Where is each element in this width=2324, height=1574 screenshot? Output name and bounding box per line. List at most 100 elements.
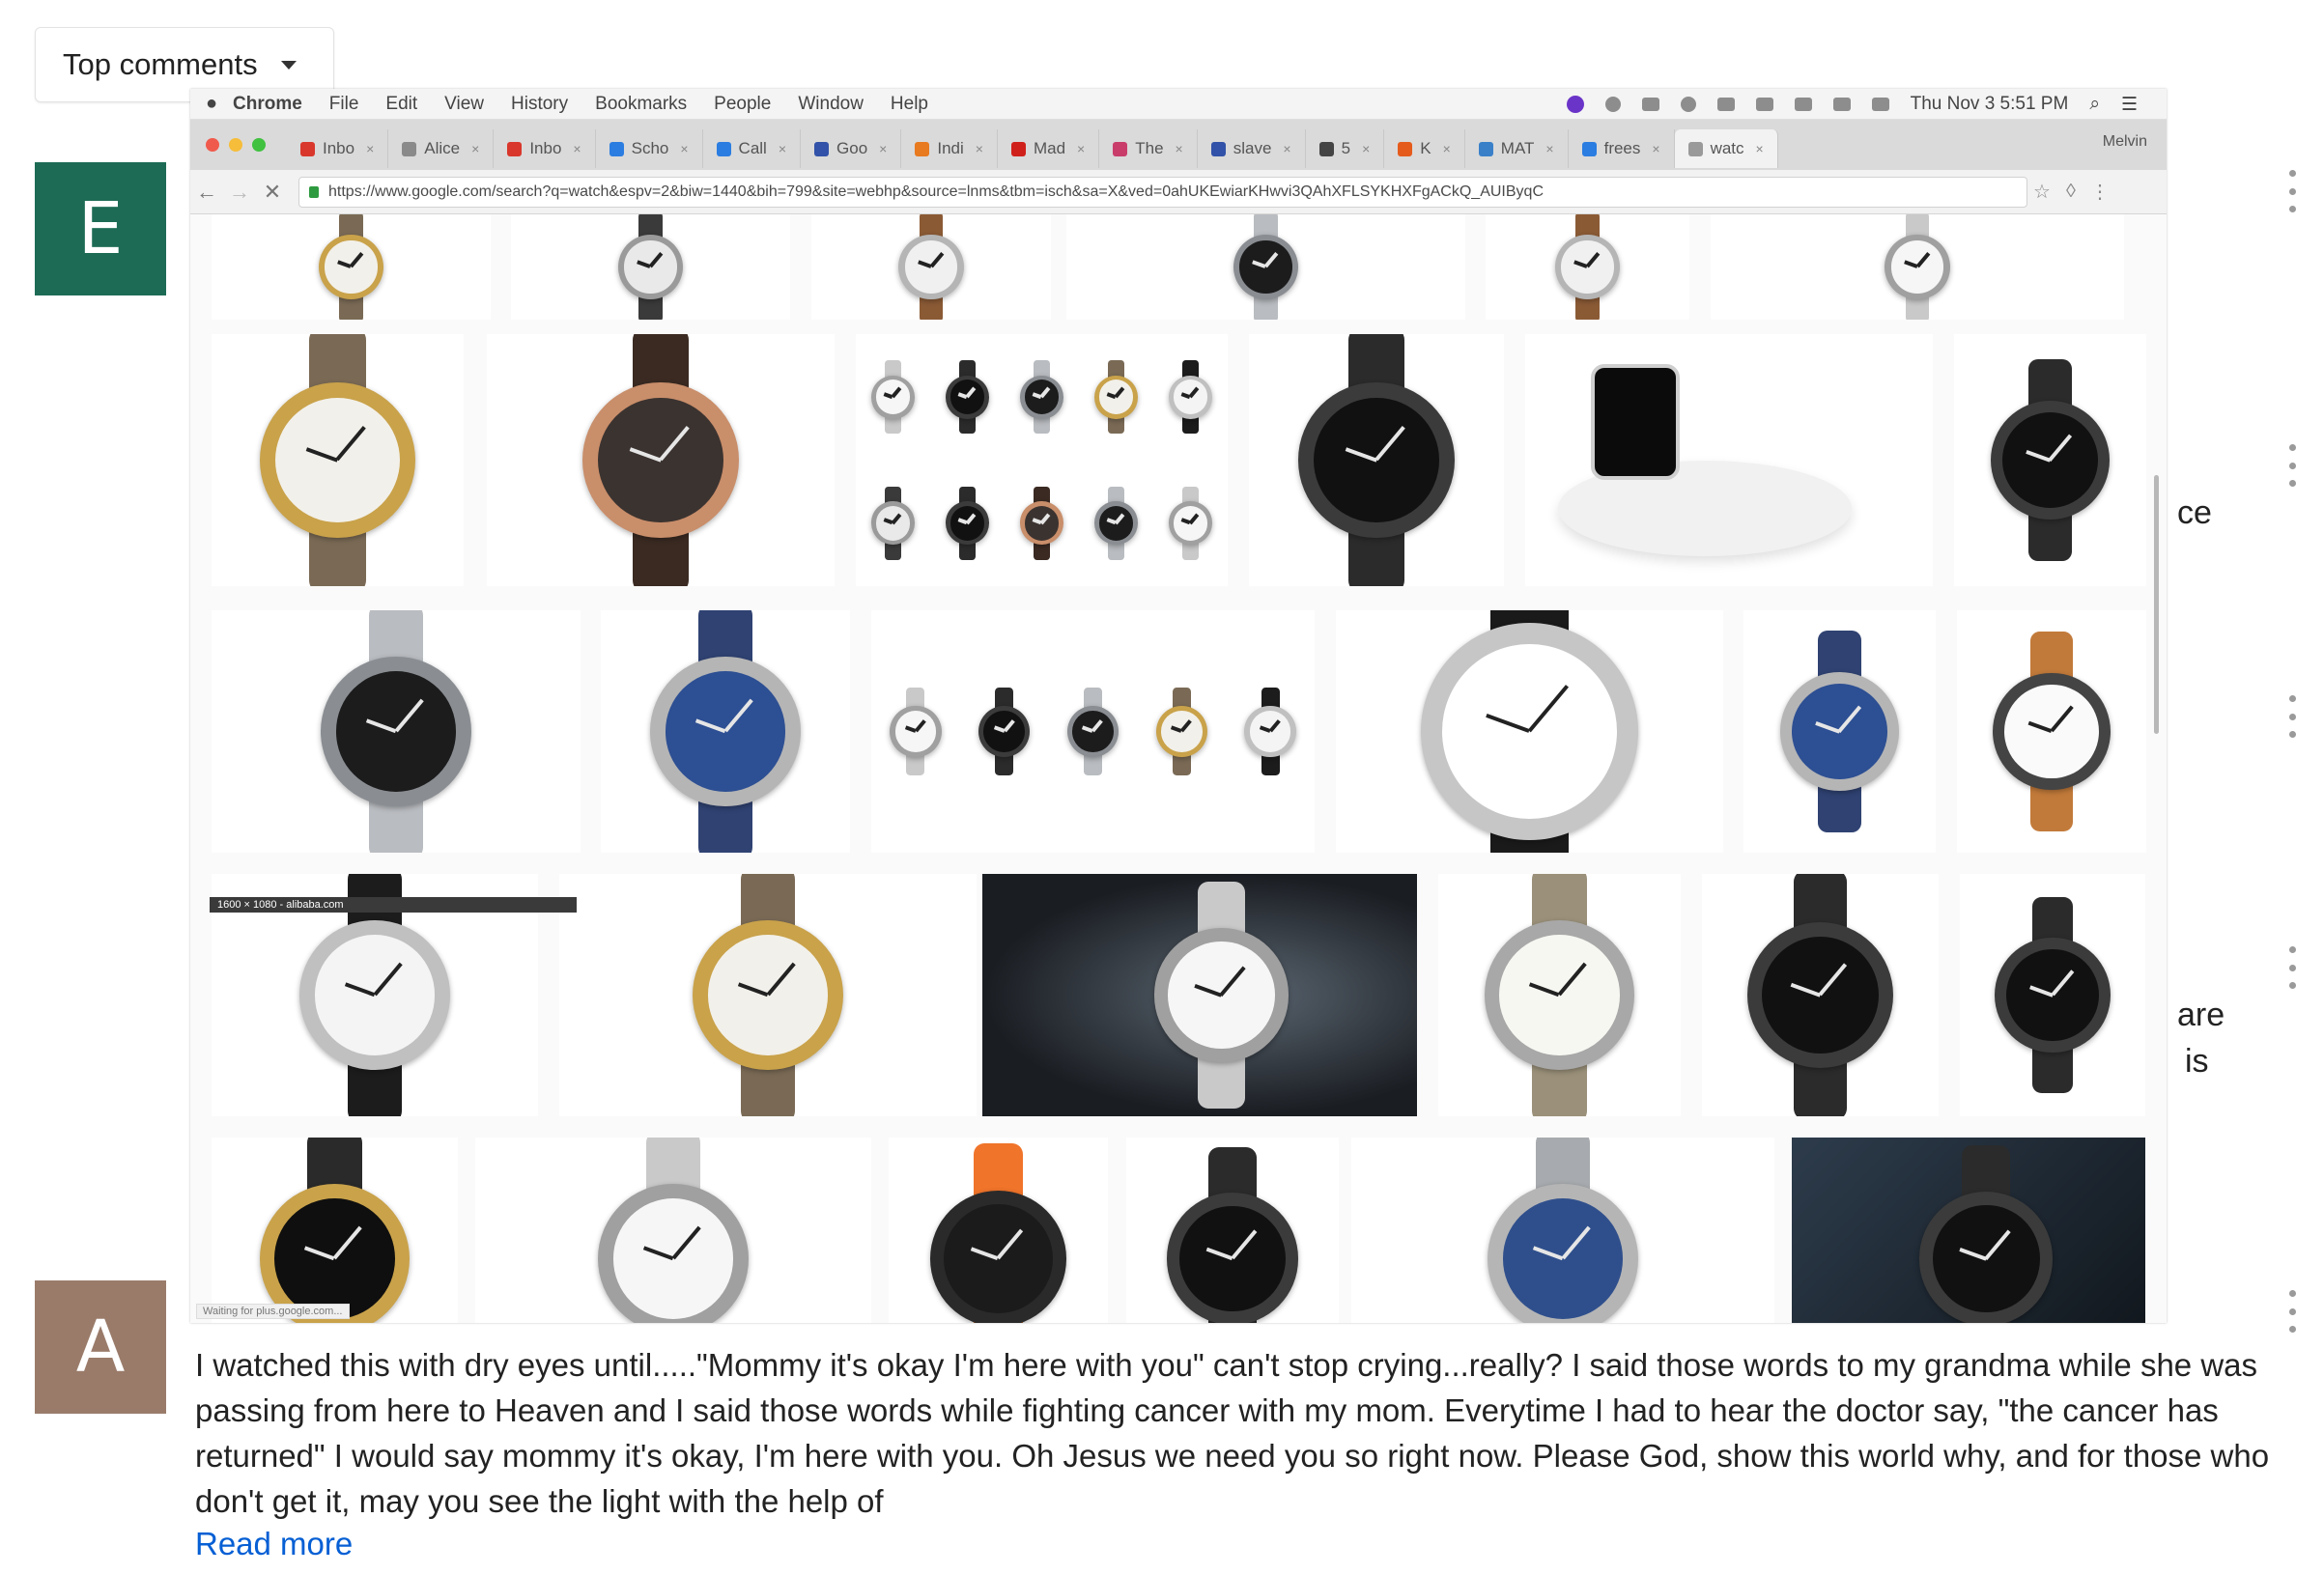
extension-icon[interactable] [1566, 96, 1584, 113]
image-result-thumbnail[interactable] [487, 334, 835, 586]
notification-list-icon[interactable]: ☰ [2121, 94, 2138, 116]
image-result-thumbnail[interactable] [1066, 214, 1465, 320]
menu-chrome[interactable]: Chrome [233, 94, 302, 115]
bluetooth-icon[interactable] [1794, 98, 1812, 111]
menu-bookmarks[interactable]: Bookmarks [595, 94, 687, 115]
browser-tab[interactable]: Goo × [801, 129, 902, 168]
browser-tab[interactable]: frees × [1569, 129, 1675, 168]
comment-menu-icon[interactable] [2285, 946, 2299, 989]
browser-tab[interactable]: K × [1384, 129, 1465, 168]
image-result-thumbnail[interactable] [889, 1138, 1108, 1323]
tab-close-icon[interactable]: × [1545, 141, 1553, 156]
image-result-thumbnail[interactable] [1702, 874, 1939, 1116]
menu-file[interactable]: File [329, 94, 359, 115]
browser-tab[interactable]: Inbo × [287, 129, 389, 168]
image-result-thumbnail[interactable] [1336, 610, 1723, 853]
image-result-thumbnail[interactable] [1351, 1138, 1774, 1323]
menu-people[interactable]: People [714, 94, 771, 115]
extension-shield-icon[interactable]: ◊ [2056, 181, 2085, 203]
image-result-thumbnail[interactable] [1525, 334, 1933, 586]
image-result-thumbnail[interactable] [1711, 214, 2124, 320]
read-more-link[interactable]: Read more [195, 1526, 353, 1562]
shield-icon[interactable] [1604, 97, 1621, 112]
image-result-thumbnail[interactable] [871, 610, 1315, 853]
spotlight-search-icon[interactable]: ⌕ [2089, 94, 2100, 115]
record-icon[interactable] [1680, 97, 1696, 112]
tab-close-icon[interactable]: × [573, 141, 581, 156]
browser-tab[interactable]: Call × [703, 129, 802, 168]
tab-close-icon[interactable]: × [366, 141, 374, 156]
menu-view[interactable]: View [444, 94, 484, 115]
browser-tab[interactable]: The × [1099, 129, 1198, 168]
image-result-thumbnail[interactable] [1743, 610, 1936, 853]
image-result-thumbnail[interactable] [559, 874, 977, 1116]
menu-help[interactable]: Help [891, 94, 928, 115]
tab-close-icon[interactable]: × [1756, 141, 1764, 156]
close-window-icon[interactable] [206, 138, 219, 152]
tab-close-icon[interactable]: × [1283, 141, 1290, 156]
image-result-thumbnail[interactable] [1126, 1138, 1339, 1323]
page-scrollbar[interactable] [2154, 475, 2159, 734]
watch-picture [321, 610, 471, 853]
browser-tab[interactable]: Scho × [596, 129, 703, 168]
apple-icon[interactable]: ● [190, 93, 233, 115]
wifi-icon[interactable] [1832, 98, 1851, 111]
image-result-thumbnail[interactable] [982, 874, 1417, 1116]
image-result-thumbnail[interactable] [212, 214, 491, 320]
menu-edit[interactable]: Edit [385, 94, 417, 115]
image-result-thumbnail[interactable] [212, 334, 464, 586]
image-result-thumbnail[interactable] [1249, 334, 1504, 586]
tab-close-icon[interactable]: × [779, 141, 786, 156]
menu-window[interactable]: Window [798, 94, 864, 115]
tab-close-icon[interactable]: × [879, 141, 887, 156]
tab-label: The [1135, 139, 1164, 157]
chrome-menu-icon[interactable]: ⋮ [2085, 180, 2114, 204]
tab-close-icon[interactable]: × [680, 141, 688, 156]
browser-tab[interactable]: Inbo × [494, 129, 596, 168]
tab-close-icon[interactable]: × [1176, 141, 1183, 156]
tab-close-icon[interactable]: × [471, 141, 479, 156]
browser-tab[interactable]: MAT × [1465, 129, 1569, 168]
volume-icon[interactable] [1755, 98, 1773, 111]
minimize-window-icon[interactable] [229, 138, 242, 152]
tab-close-icon[interactable]: × [1077, 141, 1085, 156]
comment-menu-icon[interactable] [2285, 1290, 2299, 1333]
address-bar[interactable]: https://www.google.com/search?q=watch&es… [298, 176, 2027, 208]
profile-name[interactable]: Melvin [2103, 133, 2147, 151]
image-result-thumbnail[interactable] [601, 610, 850, 853]
image-result-thumbnail[interactable] [1954, 334, 2146, 586]
comment-menu-icon[interactable] [2285, 695, 2299, 738]
forward-icon[interactable]: → [223, 180, 256, 205]
bookmark-star-icon[interactable]: ☆ [2027, 180, 2056, 204]
comment-menu-icon[interactable] [2285, 170, 2299, 212]
browser-tab[interactable]: slave × [1198, 129, 1306, 168]
browser-tab[interactable]: watc × [1674, 129, 1778, 168]
image-result-thumbnail[interactable] [212, 1138, 458, 1323]
tab-close-icon[interactable]: × [1362, 141, 1370, 156]
tab-close-icon[interactable]: × [976, 141, 983, 156]
tab-close-icon[interactable]: × [1443, 141, 1451, 156]
clock[interactable]: Thu Nov 3 5:51 PM [1911, 94, 2069, 115]
image-result-thumbnail[interactable] [475, 1138, 871, 1323]
back-icon[interactable]: ← [190, 180, 223, 205]
browser-tab[interactable]: 5 × [1306, 129, 1385, 168]
avatar[interactable]: E [35, 162, 166, 295]
image-result-thumbnail[interactable] [811, 214, 1051, 320]
image-result-thumbnail[interactable] [1960, 874, 2145, 1116]
tab-close-icon[interactable]: × [1652, 141, 1659, 156]
browser-tab[interactable]: Indi × [901, 129, 998, 168]
browser-tab[interactable]: Mad × [998, 129, 1100, 168]
zoom-window-icon[interactable] [252, 138, 266, 152]
image-result-thumbnail[interactable] [856, 334, 1228, 586]
stop-loading-icon[interactable]: ✕ [256, 180, 289, 205]
browser-tab[interactable]: Alice × [388, 129, 495, 168]
image-result-thumbnail[interactable] [212, 610, 581, 853]
comment-menu-icon[interactable] [2285, 444, 2299, 487]
image-result-thumbnail[interactable] [511, 214, 790, 320]
image-result-thumbnail[interactable] [1486, 214, 1689, 320]
image-result-thumbnail[interactable] [1438, 874, 1681, 1116]
image-result-thumbnail[interactable] [1792, 1138, 2145, 1323]
avatar[interactable]: A [35, 1280, 166, 1414]
image-result-thumbnail[interactable] [1957, 610, 2146, 853]
menu-history[interactable]: History [511, 94, 568, 115]
